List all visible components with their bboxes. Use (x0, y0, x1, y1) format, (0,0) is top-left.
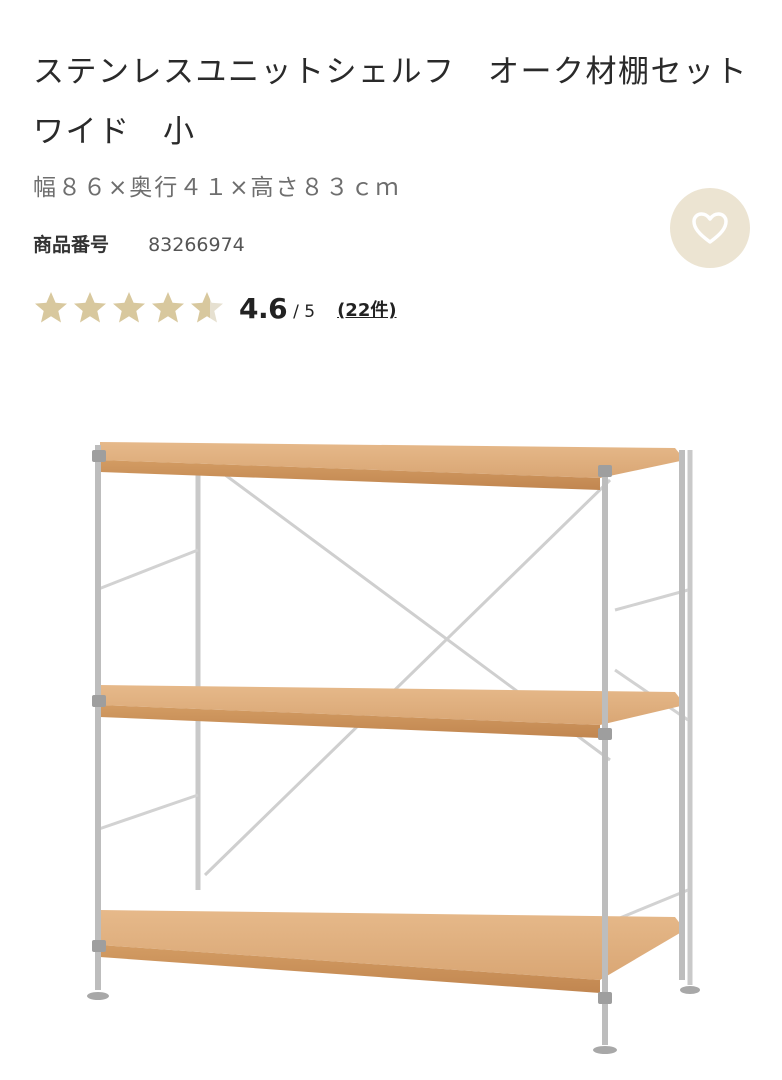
rating-summary: 4.6 / 5 (22件) (33, 288, 397, 328)
star-icon (35, 292, 67, 323)
review-count-link[interactable]: (22件) (337, 296, 397, 322)
star-icon (191, 292, 223, 323)
star-icon (152, 292, 184, 323)
product-code-label: 商品番号 (33, 234, 110, 256)
star-rating (33, 290, 225, 326)
star-icon (74, 292, 106, 323)
star-icon (113, 292, 145, 323)
product-title: ステンレスユニットシェルフ オーク材棚セット ワイド 小 (33, 54, 781, 150)
product-size: 幅８６×奥行４１×高さ８３ｃｍ (33, 175, 401, 201)
shelf-product-image[interactable] (70, 420, 720, 1070)
rating-score: 4.6 (239, 291, 288, 325)
product-code-value: 83266974 (148, 234, 245, 256)
rating-out-of: / 5 (293, 302, 316, 322)
heart-icon (692, 212, 728, 244)
favorite-button[interactable] (670, 188, 750, 268)
product-code: 商品番号 83266974 (33, 230, 245, 257)
